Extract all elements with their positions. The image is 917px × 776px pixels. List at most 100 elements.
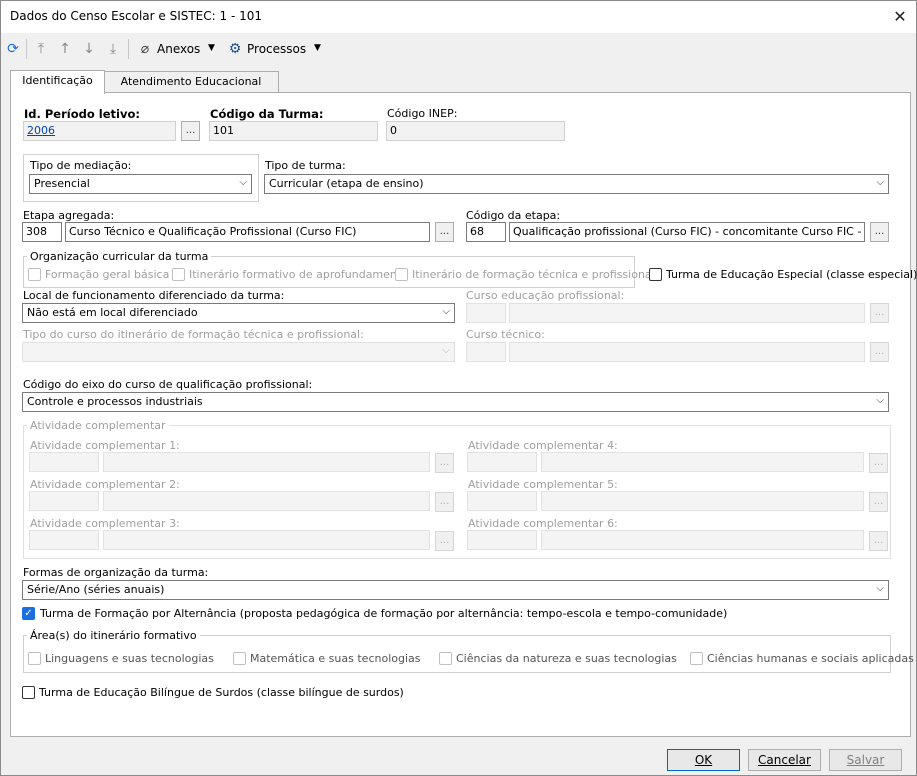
local-func-select[interactable]: Não está em local diferenciado ⌵ bbox=[22, 303, 455, 323]
educacao-especial-checkbox[interactable] bbox=[649, 268, 662, 281]
tab-identificacao[interactable]: Identificação bbox=[10, 70, 105, 94]
area4-checkbox[interactable] bbox=[690, 652, 703, 665]
anexos-button[interactable]: Anexos bbox=[157, 42, 200, 56]
ativ1-desc bbox=[103, 452, 430, 472]
id-periodo-field[interactable]: 2006 bbox=[23, 121, 176, 141]
area3-checkbox[interactable] bbox=[439, 652, 452, 665]
area3-label: Ciências da natureza e suas tecnologias bbox=[456, 652, 677, 665]
move-up-icon[interactable]: ↑ bbox=[55, 39, 75, 59]
bilingue-checkbox[interactable] bbox=[22, 686, 35, 699]
codigo-etapa-desc[interactable]: Qualificação profissional (Curso FIC) - … bbox=[509, 222, 865, 242]
chevron-down-icon[interactable]: ▼ bbox=[208, 43, 215, 53]
tipo-curso-label: Tipo do curso do itinerário de formação … bbox=[23, 328, 364, 341]
title-bar: Dados do Censo Escolar e SISTEC: 1 - 101… bbox=[1, 1, 916, 33]
bilingue-label: Turma de Educação Bilíngue de Surdos (cl… bbox=[39, 686, 404, 699]
ativ3-label: Atividade complementar 3: bbox=[30, 517, 180, 530]
curso-tecnico-code bbox=[466, 342, 506, 362]
codigo-inep-label: Código INEP: bbox=[387, 107, 458, 120]
curso-ed-prof-lookup-button[interactable]: ... bbox=[870, 303, 889, 323]
chevron-down-icon[interactable]: ▼ bbox=[314, 43, 321, 53]
ativ3-lookup-button[interactable]: ... bbox=[435, 531, 454, 551]
eixo-select[interactable]: Controle e processos industriais ⌵ bbox=[22, 392, 889, 412]
eixo-label: Código do eixo do curso de qualificação … bbox=[23, 378, 313, 391]
codigo-etapa-label: Código da etapa: bbox=[466, 209, 561, 222]
id-periodo-lookup-button[interactable]: ... bbox=[181, 121, 200, 141]
area1-label: Linguagens e suas tecnologias bbox=[45, 652, 214, 665]
toolbar: ⟳ ⤒ ↑ ↓ ⤓ ⌀ Anexos ▼ ⚙ Processos ▼ bbox=[1, 33, 916, 65]
codigo-inep-field[interactable]: 0 bbox=[386, 121, 565, 141]
codigo-turma-label: Código da Turma: bbox=[210, 107, 324, 121]
ativ2-lookup-button[interactable]: ... bbox=[435, 492, 454, 512]
ativ1-lookup-button[interactable]: ... bbox=[435, 453, 454, 473]
cancel-button[interactable]: Cancelar bbox=[748, 749, 821, 771]
area2-label: Matemática e suas tecnologias bbox=[250, 652, 421, 665]
formas-label: Formas de organização da turma: bbox=[23, 566, 209, 579]
tipo-curso-select[interactable]: ⌵ bbox=[22, 342, 455, 362]
ok-button[interactable]: OK bbox=[667, 749, 740, 771]
cancel-label: Cancelar bbox=[758, 753, 811, 767]
codigo-etapa-lookup-button[interactable]: ... bbox=[870, 222, 889, 242]
local-func-value: Não está em local diferenciado bbox=[27, 306, 198, 319]
org-opt3-checkbox[interactable] bbox=[395, 268, 408, 281]
ativ2-label: Atividade complementar 2: bbox=[30, 478, 180, 491]
chevron-down-icon: ⌵ bbox=[239, 177, 247, 188]
save-button[interactable]: Salvar bbox=[829, 749, 902, 771]
org-curricular-label: Organização curricular da turma bbox=[27, 250, 212, 263]
ativ6-desc bbox=[541, 530, 864, 550]
etapa-agregada-label: Etapa agregada: bbox=[23, 209, 115, 222]
paperclip-icon: ⌀ bbox=[140, 41, 150, 57]
ativ6-lookup-button[interactable]: ... bbox=[869, 531, 888, 551]
ativ6-code bbox=[467, 530, 537, 550]
org-opt2-label: Itinerário formativo de aprofundamento bbox=[189, 268, 408, 281]
tab-atendimento-educacional[interactable]: Atendimento Educacional bbox=[103, 71, 279, 93]
alternancia-checkbox[interactable]: ✓ bbox=[22, 607, 35, 620]
ativ6-label: Atividade complementar 6: bbox=[468, 517, 618, 530]
close-icon[interactable]: ✕ bbox=[886, 4, 914, 30]
curso-tecnico-lookup-button[interactable]: ... bbox=[870, 342, 889, 362]
ativ4-label: Atividade complementar 4: bbox=[468, 439, 618, 452]
etapa-agregada-lookup-button[interactable]: ... bbox=[435, 222, 454, 242]
refresh-icon[interactable]: ⟳ bbox=[3, 39, 23, 59]
tipo-turma-select[interactable]: Curricular (etapa de ensino) ⌵ bbox=[264, 174, 889, 194]
chevron-down-icon: ⌵ bbox=[876, 395, 884, 406]
id-periodo-link[interactable]: 2006 bbox=[27, 124, 55, 137]
codigo-etapa-code[interactable]: 68 bbox=[466, 222, 506, 242]
eixo-value: Controle e processos industriais bbox=[27, 395, 203, 408]
toolbar-separator bbox=[26, 39, 27, 59]
area4-label: Ciências humanas e sociais aplicadas bbox=[707, 652, 914, 665]
curso-ed-prof-code bbox=[466, 303, 506, 323]
educacao-especial-label: Turma de Educação Especial (classe espec… bbox=[666, 268, 917, 281]
atividade-complementar-label: Atividade complementar bbox=[27, 419, 169, 432]
org-opt2-checkbox[interactable] bbox=[172, 268, 185, 281]
move-down-icon[interactable]: ↓ bbox=[79, 39, 99, 59]
ativ4-code bbox=[467, 452, 537, 472]
ativ3-code bbox=[29, 530, 99, 550]
move-last-icon[interactable]: ⤓ bbox=[103, 39, 123, 59]
local-func-label: Local de funcionamento diferenciado da t… bbox=[23, 289, 285, 302]
toolbar-separator bbox=[128, 39, 129, 59]
areas-label: Área(s) do itinerário formativo bbox=[27, 629, 200, 642]
area2-checkbox[interactable] bbox=[233, 652, 246, 665]
org-opt1-checkbox[interactable] bbox=[28, 268, 41, 281]
processos-button[interactable]: Processos bbox=[247, 42, 306, 56]
ativ5-lookup-button[interactable]: ... bbox=[869, 492, 888, 512]
etapa-agregada-code[interactable]: 308 bbox=[22, 222, 62, 242]
gear-icon: ⚙ bbox=[228, 41, 242, 57]
tipo-mediacao-select[interactable]: Presencial ⌵ bbox=[29, 174, 252, 194]
tipo-turma-value: Curricular (etapa de ensino) bbox=[269, 177, 424, 190]
move-first-icon[interactable]: ⤒ bbox=[31, 39, 51, 59]
ativ3-desc bbox=[103, 530, 430, 550]
chevron-down-icon: ⌵ bbox=[442, 306, 450, 317]
org-opt1-label: Formação geral básica bbox=[45, 268, 170, 281]
etapa-agregada-desc[interactable]: Curso Técnico e Qualificação Profissiona… bbox=[65, 222, 430, 242]
curso-tecnico-label: Curso técnico: bbox=[466, 328, 545, 341]
tipo-mediacao-value: Presencial bbox=[34, 177, 90, 190]
ativ4-lookup-button[interactable]: ... bbox=[869, 453, 888, 473]
area1-checkbox[interactable] bbox=[28, 652, 41, 665]
formas-value: Série/Ano (séries anuais) bbox=[27, 583, 165, 596]
save-label: Salvar bbox=[846, 753, 885, 767]
codigo-turma-field[interactable]: 101 bbox=[209, 121, 378, 141]
tipo-mediacao-label: Tipo de mediação: bbox=[30, 159, 132, 172]
formas-select[interactable]: Série/Ano (séries anuais) ⌵ bbox=[22, 580, 889, 600]
curso-ed-prof-label: Curso educação profissional: bbox=[466, 289, 625, 302]
